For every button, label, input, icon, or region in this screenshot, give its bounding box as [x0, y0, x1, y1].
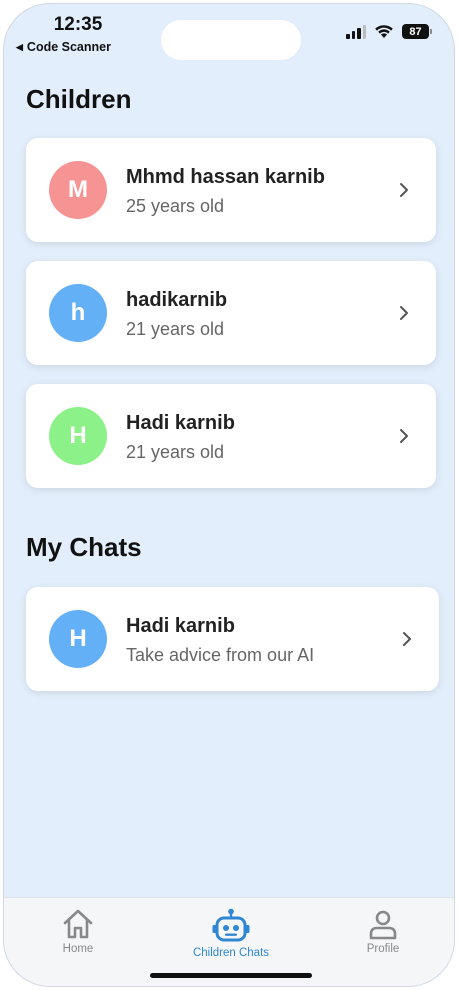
chevron-right-icon: [400, 183, 408, 197]
robot-icon: [212, 908, 250, 942]
child-age: 21 years old: [126, 319, 225, 339]
chat-card[interactable]: H Hadi karnib Take advice from our AI: [26, 587, 439, 691]
person-icon: [369, 910, 397, 940]
child-card[interactable]: h hadikarnib 21 years old: [26, 261, 436, 365]
bottom-tab-bar: Home Children Chats Profile: [4, 897, 454, 986]
tab-home[interactable]: Home: [23, 908, 133, 955]
chats-section-title: My Chats: [26, 532, 142, 562]
child-name: hadikarnib: [126, 289, 228, 311]
tab-children-chats-label: Children Chats: [192, 947, 270, 959]
home-indicator[interactable]: [150, 973, 312, 978]
chat-name: Hadi karnib: [126, 615, 235, 637]
child-name: Mhmd hassan karnib: [126, 166, 325, 188]
child-card[interactable]: M Mhmd hassan karnib 25 years old: [26, 138, 436, 242]
avatar: H: [49, 610, 107, 668]
tab-profile[interactable]: Profile: [328, 908, 438, 955]
status-time: 12:35: [53, 14, 103, 35]
chevron-right-icon: [400, 429, 408, 443]
home-icon: [63, 909, 93, 939]
battery-icon: 87: [402, 24, 432, 39]
tab-children-chats[interactable]: Children Chats: [176, 908, 286, 959]
phone-screen: 12:35 ◀ Code Scanner 87 Children M Mhmd h…: [4, 4, 454, 986]
tab-profile-label: Profile: [366, 943, 400, 955]
back-label: Code Scanner: [26, 40, 111, 54]
child-name: Hadi karnib: [126, 412, 235, 434]
back-to-app-link[interactable]: ◀ Code Scanner: [16, 40, 111, 54]
child-age: 21 years old: [126, 442, 225, 462]
back-triangle-icon: ◀: [16, 42, 23, 52]
avatar: h: [49, 284, 107, 342]
chevron-right-icon: [403, 632, 411, 646]
wifi-icon: [375, 25, 393, 38]
tab-home-label: Home: [62, 943, 94, 955]
child-card[interactable]: H Hadi karnib 21 years old: [26, 384, 436, 488]
child-age: 25 years old: [126, 196, 225, 216]
chevron-right-icon: [400, 306, 408, 320]
avatar: M: [49, 161, 107, 219]
cellular-signal-icon: [346, 24, 366, 39]
children-section-title: Children: [26, 84, 132, 114]
chat-subtitle: Take advice from our AI: [126, 645, 315, 665]
status-icons: 87: [346, 24, 432, 39]
avatar: H: [49, 407, 107, 465]
dynamic-island: [161, 20, 301, 60]
battery-level: 87: [402, 24, 429, 39]
